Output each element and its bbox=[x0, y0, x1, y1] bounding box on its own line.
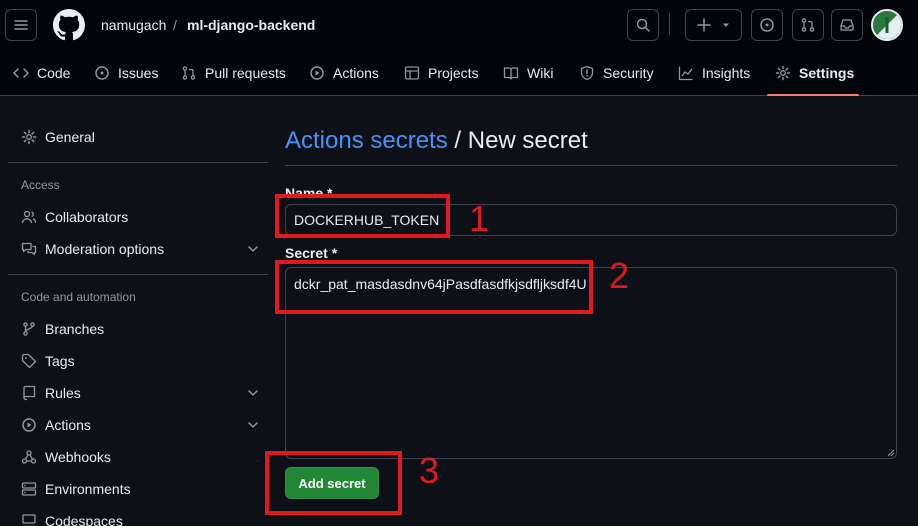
tab-insights-label: Insights bbox=[702, 65, 751, 81]
chevron-down-icon[interactable] bbox=[245, 241, 261, 257]
active-tab-indicator bbox=[767, 94, 859, 96]
tab-security-label: Security bbox=[603, 65, 654, 81]
sidebar-item-collaborators[interactable]: Collaborators bbox=[21, 205, 128, 229]
annotation-box-1 bbox=[275, 194, 450, 238]
github-logo-icon[interactable] bbox=[53, 9, 85, 41]
repository-navigation: Code Issues Pull requests Actions Projec… bbox=[0, 50, 918, 96]
server-icon bbox=[21, 482, 37, 496]
tab-projects-label: Projects bbox=[428, 65, 479, 81]
breadcrumb-owner[interactable]: namugach bbox=[101, 17, 166, 33]
comment-discussion-icon bbox=[21, 242, 37, 256]
tab-settings[interactable]: Settings bbox=[775, 50, 854, 96]
tab-projects[interactable]: Projects bbox=[404, 50, 479, 96]
chevron-down-icon[interactable] bbox=[245, 385, 261, 401]
header-divider bbox=[669, 13, 670, 35]
tab-actions-label: Actions bbox=[333, 65, 379, 81]
sidebar-item-environments[interactable]: Environments bbox=[21, 477, 131, 501]
hamburger-icon bbox=[14, 20, 28, 30]
codespaces-icon bbox=[22, 514, 36, 526]
issue-icon bbox=[95, 66, 109, 80]
tab-insights[interactable]: Insights bbox=[678, 50, 750, 96]
tab-settings-label: Settings bbox=[799, 65, 855, 81]
page-title: Actions secrets / New secret bbox=[285, 127, 588, 155]
pull-requests-button[interactable] bbox=[792, 9, 824, 41]
plus-icon bbox=[697, 18, 711, 32]
issue-opened-icon bbox=[760, 18, 774, 32]
sidebar-item-tags[interactable]: Tags bbox=[21, 349, 75, 373]
gear-icon bbox=[775, 65, 791, 81]
sidebar-heading-access: Access bbox=[21, 178, 60, 192]
triangle-down-icon bbox=[722, 23, 729, 27]
code-icon bbox=[13, 68, 29, 78]
title-divider bbox=[285, 165, 897, 166]
sidebar-heading-code-automation: Code and automation bbox=[21, 290, 136, 304]
shield-icon bbox=[580, 65, 594, 81]
annotation-box-2 bbox=[275, 260, 593, 314]
sidebar-item-general-label: General bbox=[45, 129, 95, 145]
title-separator: / bbox=[454, 127, 462, 154]
annotation-number-2: 2 bbox=[609, 255, 630, 296]
annotation-number-1: 1 bbox=[469, 198, 490, 239]
play-icon bbox=[310, 66, 324, 80]
inbox-button[interactable] bbox=[831, 9, 863, 41]
breadcrumb-repo[interactable]: ml-django-backend bbox=[187, 17, 315, 33]
sidebar-divider bbox=[8, 274, 268, 275]
tab-actions[interactable]: Actions bbox=[309, 50, 379, 96]
avatar[interactable] bbox=[871, 9, 903, 41]
sidebar-item-rules[interactable]: Rules bbox=[21, 381, 81, 405]
tab-security[interactable]: Security bbox=[579, 50, 654, 96]
tab-wiki-label: Wiki bbox=[527, 65, 554, 81]
tab-code-label: Code bbox=[37, 65, 71, 81]
tab-issues[interactable]: Issues bbox=[94, 50, 158, 96]
git-branch-icon bbox=[23, 322, 35, 336]
global-header: namugach / ml-django-backend bbox=[0, 0, 918, 50]
git-pull-request-icon bbox=[801, 18, 815, 32]
sidebar-item-rules-label: Rules bbox=[45, 385, 81, 401]
annotation-box-3 bbox=[265, 451, 402, 515]
sidebar-item-actions[interactable]: Actions bbox=[21, 413, 91, 437]
pull-request-icon bbox=[182, 66, 196, 80]
gear-icon bbox=[21, 129, 37, 145]
sidebar-item-actions-label: Actions bbox=[45, 417, 91, 433]
menu-button[interactable] bbox=[5, 9, 37, 41]
tab-pull-requests-label: Pull requests bbox=[205, 65, 286, 81]
tab-pull-requests[interactable]: Pull requests bbox=[181, 50, 286, 96]
inbox-icon bbox=[840, 19, 854, 31]
sidebar-item-collaborators-label: Collaborators bbox=[45, 209, 129, 225]
sidebar-item-webhooks[interactable]: Webhooks bbox=[21, 445, 111, 469]
sidebar-item-environments-label: Environments bbox=[45, 481, 131, 497]
people-icon bbox=[21, 210, 37, 224]
tab-code[interactable]: Code bbox=[13, 50, 70, 96]
sidebar-item-general[interactable]: General bbox=[21, 125, 95, 149]
breadcrumb-separator: / bbox=[173, 17, 177, 33]
tab-issues-label: Issues bbox=[118, 65, 159, 81]
repo-push-icon bbox=[23, 385, 36, 401]
table-icon bbox=[404, 66, 420, 80]
sidebar-item-moderation[interactable]: Moderation options bbox=[21, 237, 164, 261]
book-icon bbox=[503, 67, 519, 80]
sidebar-item-tags-label: Tags bbox=[45, 353, 75, 369]
tab-wiki[interactable]: Wiki bbox=[503, 50, 553, 96]
title-current: New secret bbox=[467, 127, 588, 154]
play-icon bbox=[22, 418, 36, 432]
sidebar-item-branches[interactable]: Branches bbox=[21, 317, 104, 341]
create-new-button[interactable] bbox=[685, 9, 742, 41]
search-button[interactable] bbox=[627, 9, 659, 41]
sidebar-divider bbox=[8, 162, 268, 163]
webhook-icon bbox=[21, 450, 37, 464]
search-icon bbox=[636, 18, 650, 32]
sidebar-item-codespaces-label: Codespaces bbox=[45, 513, 123, 526]
chevron-down-icon[interactable] bbox=[245, 417, 261, 433]
sidebar-item-codespaces[interactable]: Codespaces bbox=[21, 509, 123, 526]
graph-icon bbox=[678, 66, 693, 81]
sidebar-item-moderation-label: Moderation options bbox=[45, 241, 165, 257]
annotation-number-3: 3 bbox=[419, 450, 440, 491]
sidebar-item-webhooks-label: Webhooks bbox=[45, 449, 111, 465]
tag-icon bbox=[21, 353, 37, 369]
sidebar-item-branches-label: Branches bbox=[45, 321, 105, 337]
resize-handle-icon[interactable] bbox=[885, 447, 895, 457]
issues-button[interactable] bbox=[751, 9, 783, 41]
actions-secrets-link[interactable]: Actions secrets bbox=[285, 127, 448, 154]
secret-label: Secret * bbox=[285, 245, 338, 261]
